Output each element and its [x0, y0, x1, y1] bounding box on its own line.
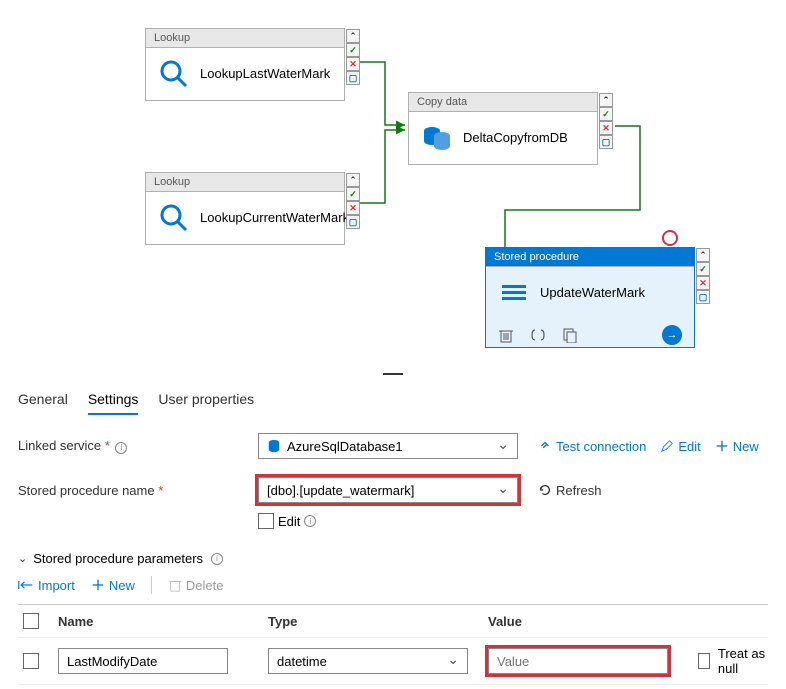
refresh-icon: [538, 483, 552, 497]
status-fail-icon[interactable]: ✕: [346, 57, 360, 71]
status-success-icon[interactable]: ✓: [599, 107, 613, 121]
params-toolbar: Import New Delete: [0, 576, 786, 604]
status-collapse-icon[interactable]: ⌃: [346, 29, 360, 43]
status-icons: ⌃ ✓ ✕ ▢: [346, 173, 360, 229]
delete-param-button[interactable]: Delete: [168, 578, 224, 593]
activity-lookup-current-watermark[interactable]: Lookup LookupCurrentWaterMark ⌃ ✓ ✕ ▢: [145, 172, 345, 245]
row-checkbox[interactable]: [23, 653, 39, 669]
activity-name: LookupCurrentWaterMark: [200, 210, 349, 226]
col-type: Type: [268, 614, 478, 629]
tab-general[interactable]: General: [18, 385, 68, 415]
plus-icon: [715, 439, 729, 453]
activity-type-label: Lookup: [146, 173, 344, 192]
col-value: Value: [488, 614, 688, 629]
edit-button[interactable]: Edit: [660, 439, 700, 454]
status-success-icon[interactable]: ✓: [346, 43, 360, 57]
col-name: Name: [58, 614, 258, 629]
param-type-dropdown[interactable]: datetime: [268, 648, 468, 674]
delete-icon[interactable]: [498, 327, 514, 343]
chevron-down-icon: ⌄: [18, 552, 27, 565]
plug-icon: [538, 439, 552, 453]
divider: [151, 576, 152, 594]
status-icons: ⌃ ✓ ✕ ▢: [599, 93, 613, 149]
treat-as-null-checkbox[interactable]: [698, 653, 710, 669]
status-fail-icon[interactable]: ✕: [599, 121, 613, 135]
info-icon[interactable]: i: [115, 442, 127, 454]
database-copy-icon: [421, 122, 453, 154]
status-success-icon[interactable]: ✓: [696, 262, 710, 276]
status-icons: ⌃ ✓ ✕ ▢: [346, 29, 360, 85]
edit-checkbox-row[interactable]: Edit i: [258, 513, 316, 529]
activity-copy-data[interactable]: Copy data DeltaCopyfromDB ⌃ ✓ ✕ ▢: [408, 92, 598, 165]
properties-tabs: General Settings User properties: [0, 375, 786, 415]
status-success-icon[interactable]: ✓: [346, 187, 360, 201]
activity-name: LookupLastWaterMark: [200, 66, 330, 82]
info-icon[interactable]: i: [211, 553, 223, 565]
delete-icon: [168, 578, 182, 592]
clone-icon[interactable]: [562, 327, 578, 343]
pencil-icon: [660, 439, 674, 453]
status-skip-icon[interactable]: ▢: [346, 71, 360, 85]
table-header-row: Name Type Value: [18, 605, 768, 638]
activity-name: DeltaCopyfromDB: [463, 130, 568, 146]
status-skip-icon[interactable]: ▢: [599, 135, 613, 149]
sproc-name-label: Stored procedure name *: [18, 483, 248, 498]
activity-name: UpdateWaterMark: [540, 285, 645, 301]
import-button[interactable]: Import: [18, 578, 75, 593]
params-section-header[interactable]: ⌄ Stored procedure parameters i: [0, 547, 786, 576]
param-name-input[interactable]: [58, 648, 228, 674]
linked-service-label: Linked service * i: [18, 438, 248, 454]
search-icon: [158, 58, 190, 90]
status-icons: ⌃ ✓ ✕ ▢: [696, 248, 710, 304]
code-icon[interactable]: [530, 327, 546, 343]
sproc-name-dropdown[interactable]: [dbo].[update_watermark]: [258, 477, 518, 503]
validation-error-marker: [662, 230, 678, 246]
status-collapse-icon[interactable]: ⌃: [696, 248, 710, 262]
param-value-input[interactable]: [488, 648, 668, 674]
linked-service-dropdown[interactable]: AzureSqlDatabase1: [258, 433, 518, 459]
activity-lookup-last-watermark[interactable]: Lookup LookupLastWaterMark ⌃ ✓ ✕ ▢: [145, 28, 345, 101]
activity-toolbar: →: [486, 319, 694, 347]
database-icon: [267, 439, 281, 453]
search-icon: [158, 202, 190, 234]
status-collapse-icon[interactable]: ⌃: [346, 173, 360, 187]
new-param-button[interactable]: New: [91, 578, 135, 593]
plus-icon: [91, 578, 105, 592]
params-table: Name Type Value datetime Treat as null: [18, 604, 768, 685]
tab-settings[interactable]: Settings: [88, 385, 139, 415]
stored-procedure-icon: [498, 277, 530, 309]
pipeline-canvas[interactable]: Lookup LookupLastWaterMark ⌃ ✓ ✕ ▢ Looku…: [0, 0, 786, 375]
refresh-button[interactable]: Refresh: [538, 483, 602, 498]
settings-form: Linked service * i AzureSqlDatabase1 Tes…: [0, 415, 786, 529]
new-button[interactable]: New: [715, 439, 759, 454]
activity-type-label: Lookup: [146, 29, 344, 48]
import-icon: [18, 579, 34, 591]
info-icon[interactable]: i: [304, 515, 316, 527]
status-collapse-icon[interactable]: ⌃: [599, 93, 613, 107]
table-row: datetime Treat as null: [18, 638, 768, 685]
tab-user-properties[interactable]: User properties: [158, 385, 254, 415]
expand-icon[interactable]: →: [662, 325, 682, 345]
activity-stored-procedure[interactable]: Stored procedure UpdateWaterMark → ⌃ ✓ ✕…: [485, 247, 695, 348]
activity-type-label: Stored procedure: [486, 248, 694, 267]
activity-type-label: Copy data: [409, 93, 597, 112]
status-skip-icon[interactable]: ▢: [696, 290, 710, 304]
status-fail-icon[interactable]: ✕: [696, 276, 710, 290]
edit-checkbox[interactable]: [258, 513, 274, 529]
select-all-checkbox[interactable]: [23, 613, 39, 629]
panel-resize-handle[interactable]: [383, 371, 403, 377]
test-connection-button[interactable]: Test connection: [538, 439, 646, 454]
status-fail-icon[interactable]: ✕: [346, 201, 360, 215]
status-skip-icon[interactable]: ▢: [346, 215, 360, 229]
